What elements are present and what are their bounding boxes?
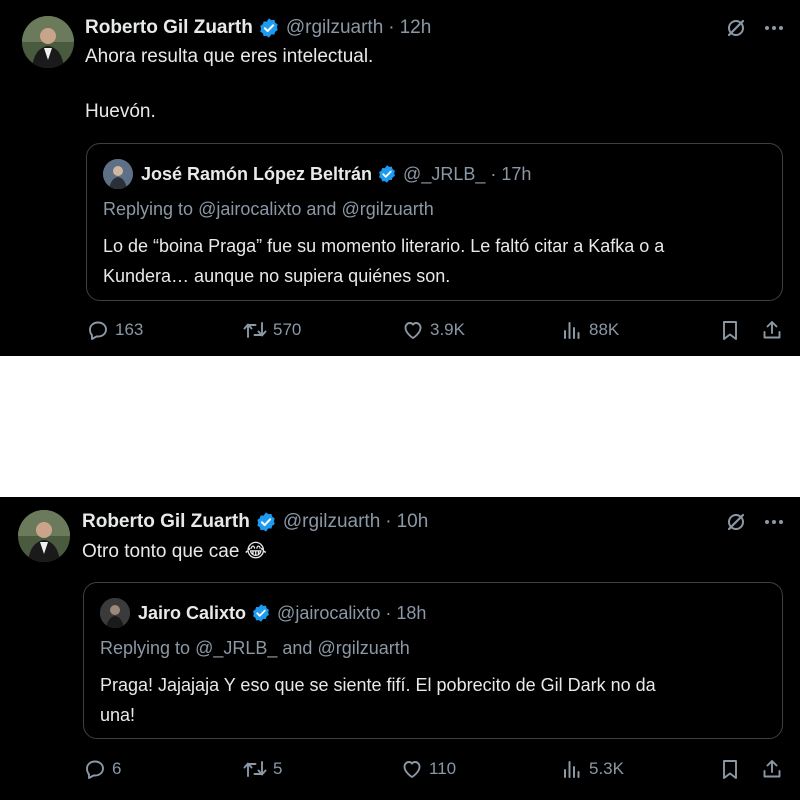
repost-count: 5	[273, 759, 283, 778]
quote-author-handle: @_JRLB_	[403, 163, 486, 184]
views-count: 88K	[589, 320, 620, 339]
verified-badge-icon	[258, 17, 280, 39]
quote-avatar	[103, 159, 133, 189]
bookmark-button[interactable]	[718, 754, 742, 784]
repost-button[interactable]: 570	[242, 315, 301, 345]
verified-badge-icon	[255, 511, 277, 533]
reply-button[interactable]: 6	[83, 754, 121, 784]
timestamp[interactable]: 12h	[400, 17, 432, 39]
views-icon	[560, 318, 584, 342]
separator-dot: ·	[490, 163, 497, 184]
share-button[interactable]	[760, 315, 784, 345]
tweet-actions: 163 570 3.9K 88K	[0, 315, 800, 345]
verified-badge-icon	[377, 164, 397, 184]
quote-author-name[interactable]: José Ramón López Beltrán	[141, 164, 372, 185]
replying-to-handle[interactable]: @jairocalixto	[198, 199, 301, 219]
reply-count: 163	[115, 320, 144, 339]
quote-timestamp: 18h	[396, 602, 427, 623]
separator-dot: ·	[385, 602, 392, 623]
author-name[interactable]: Roberto Gil Zuarth	[82, 511, 250, 533]
like-icon	[401, 318, 425, 342]
replying-to-label: Replying to	[100, 638, 191, 658]
like-button[interactable]: 3.9K	[401, 315, 465, 345]
replying-to-label: Replying to	[103, 199, 194, 219]
reply-count: 6	[112, 759, 122, 778]
quote-header: Jairo Calixto @jairocalixto · 18h	[100, 598, 427, 628]
avatar[interactable]	[22, 16, 74, 68]
separator-dot: ·	[388, 17, 395, 38]
grok-icon[interactable]	[724, 510, 748, 539]
author-handle[interactable]: @rgilzuarth	[286, 17, 383, 39]
share-icon	[760, 757, 784, 781]
replying-to-joiner: and	[306, 199, 337, 219]
quote-text-line: una!	[100, 705, 136, 725]
like-button[interactable]: 110	[400, 754, 456, 784]
tweet[interactable]: Roberto Gil Zuarth @rgilzuarth · 10h Otr…	[0, 497, 800, 800]
avatar[interactable]	[18, 510, 70, 562]
replying-to-handle[interactable]: @rgilzuarth	[341, 199, 433, 219]
quote-author-name[interactable]: Jairo Calixto	[138, 603, 246, 624]
quoted-tweet[interactable]: Jairo Calixto @jairocalixto · 18h Replyi…	[83, 582, 783, 739]
replying-to-joiner: and	[282, 638, 313, 658]
tweet-text-line: Otro tonto que cae 😂	[82, 541, 267, 562]
tweet-header: Roberto Gil Zuarth @rgilzuarth · 12h	[85, 15, 431, 41]
replying-to-handle[interactable]: @_JRLB_	[195, 638, 277, 658]
quote-text-line: Kundera… aunque no supiera quiénes son.	[103, 266, 451, 286]
verified-badge-icon	[251, 603, 271, 623]
quote-author-handle: @jairocalixto	[277, 602, 381, 623]
tweet-top-actions	[724, 510, 786, 539]
reply-icon	[86, 318, 110, 342]
bookmark-icon	[718, 757, 742, 781]
quote-text-line: Praga! Jajajaja Y eso que se siente fifí…	[100, 675, 656, 695]
quote-header: José Ramón López Beltrán @_JRLB_ · 17h	[103, 159, 532, 189]
tweet[interactable]: Roberto Gil Zuarth @rgilzuarth · 12h Aho…	[0, 0, 800, 356]
like-count: 3.9K	[430, 320, 465, 339]
replying-to: Replying to @jairocalixto and @rgilzuart…	[103, 199, 434, 220]
timestamp[interactable]: 10h	[397, 511, 429, 533]
tweet-text-line: Huevón.	[85, 101, 156, 122]
tweet-text-line: Ahora resulta que eres intelectual.	[85, 46, 374, 67]
share-button[interactable]	[760, 754, 784, 784]
author-handle[interactable]: @rgilzuarth	[283, 511, 380, 533]
quote-text: Praga! Jajajaja Y eso que se siente fifí…	[100, 670, 770, 730]
quote-text-line: Lo de “boina Praga” fue su momento liter…	[103, 236, 665, 256]
repost-count: 570	[273, 320, 302, 339]
more-icon[interactable]	[762, 510, 786, 539]
quote-avatar	[100, 598, 130, 628]
share-icon	[760, 318, 784, 342]
grok-icon[interactable]	[724, 16, 748, 45]
views-button[interactable]: 88K	[560, 315, 619, 345]
repost-icon	[242, 318, 268, 342]
views-count: 5.3K	[589, 759, 624, 778]
tweet-top-actions	[724, 16, 786, 45]
quote-timestamp: 17h	[501, 163, 532, 184]
author-name[interactable]: Roberto Gil Zuarth	[85, 17, 253, 39]
replying-to: Replying to @_JRLB_ and @rgilzuarth	[100, 638, 410, 659]
separator-dot: ·	[385, 511, 392, 532]
reply-icon	[83, 757, 107, 781]
quote-text: Lo de “boina Praga” fue su momento liter…	[103, 231, 773, 291]
views-button[interactable]: 5.3K	[560, 754, 624, 784]
views-icon	[560, 757, 584, 781]
like-icon	[400, 757, 424, 781]
tweet-actions: 6 5 110 5.3K	[0, 754, 800, 784]
repost-icon	[242, 757, 268, 781]
bookmark-button[interactable]	[718, 315, 742, 345]
tweet-header: Roberto Gil Zuarth @rgilzuarth · 10h	[82, 509, 428, 535]
reply-button[interactable]: 163	[86, 315, 143, 345]
replying-to-handle[interactable]: @rgilzuarth	[317, 638, 409, 658]
more-icon[interactable]	[762, 16, 786, 45]
bookmark-icon	[718, 318, 742, 342]
repost-button[interactable]: 5	[242, 754, 282, 784]
like-count: 110	[429, 759, 457, 778]
quoted-tweet[interactable]: José Ramón López Beltrán @_JRLB_ · 17h R…	[86, 143, 783, 301]
